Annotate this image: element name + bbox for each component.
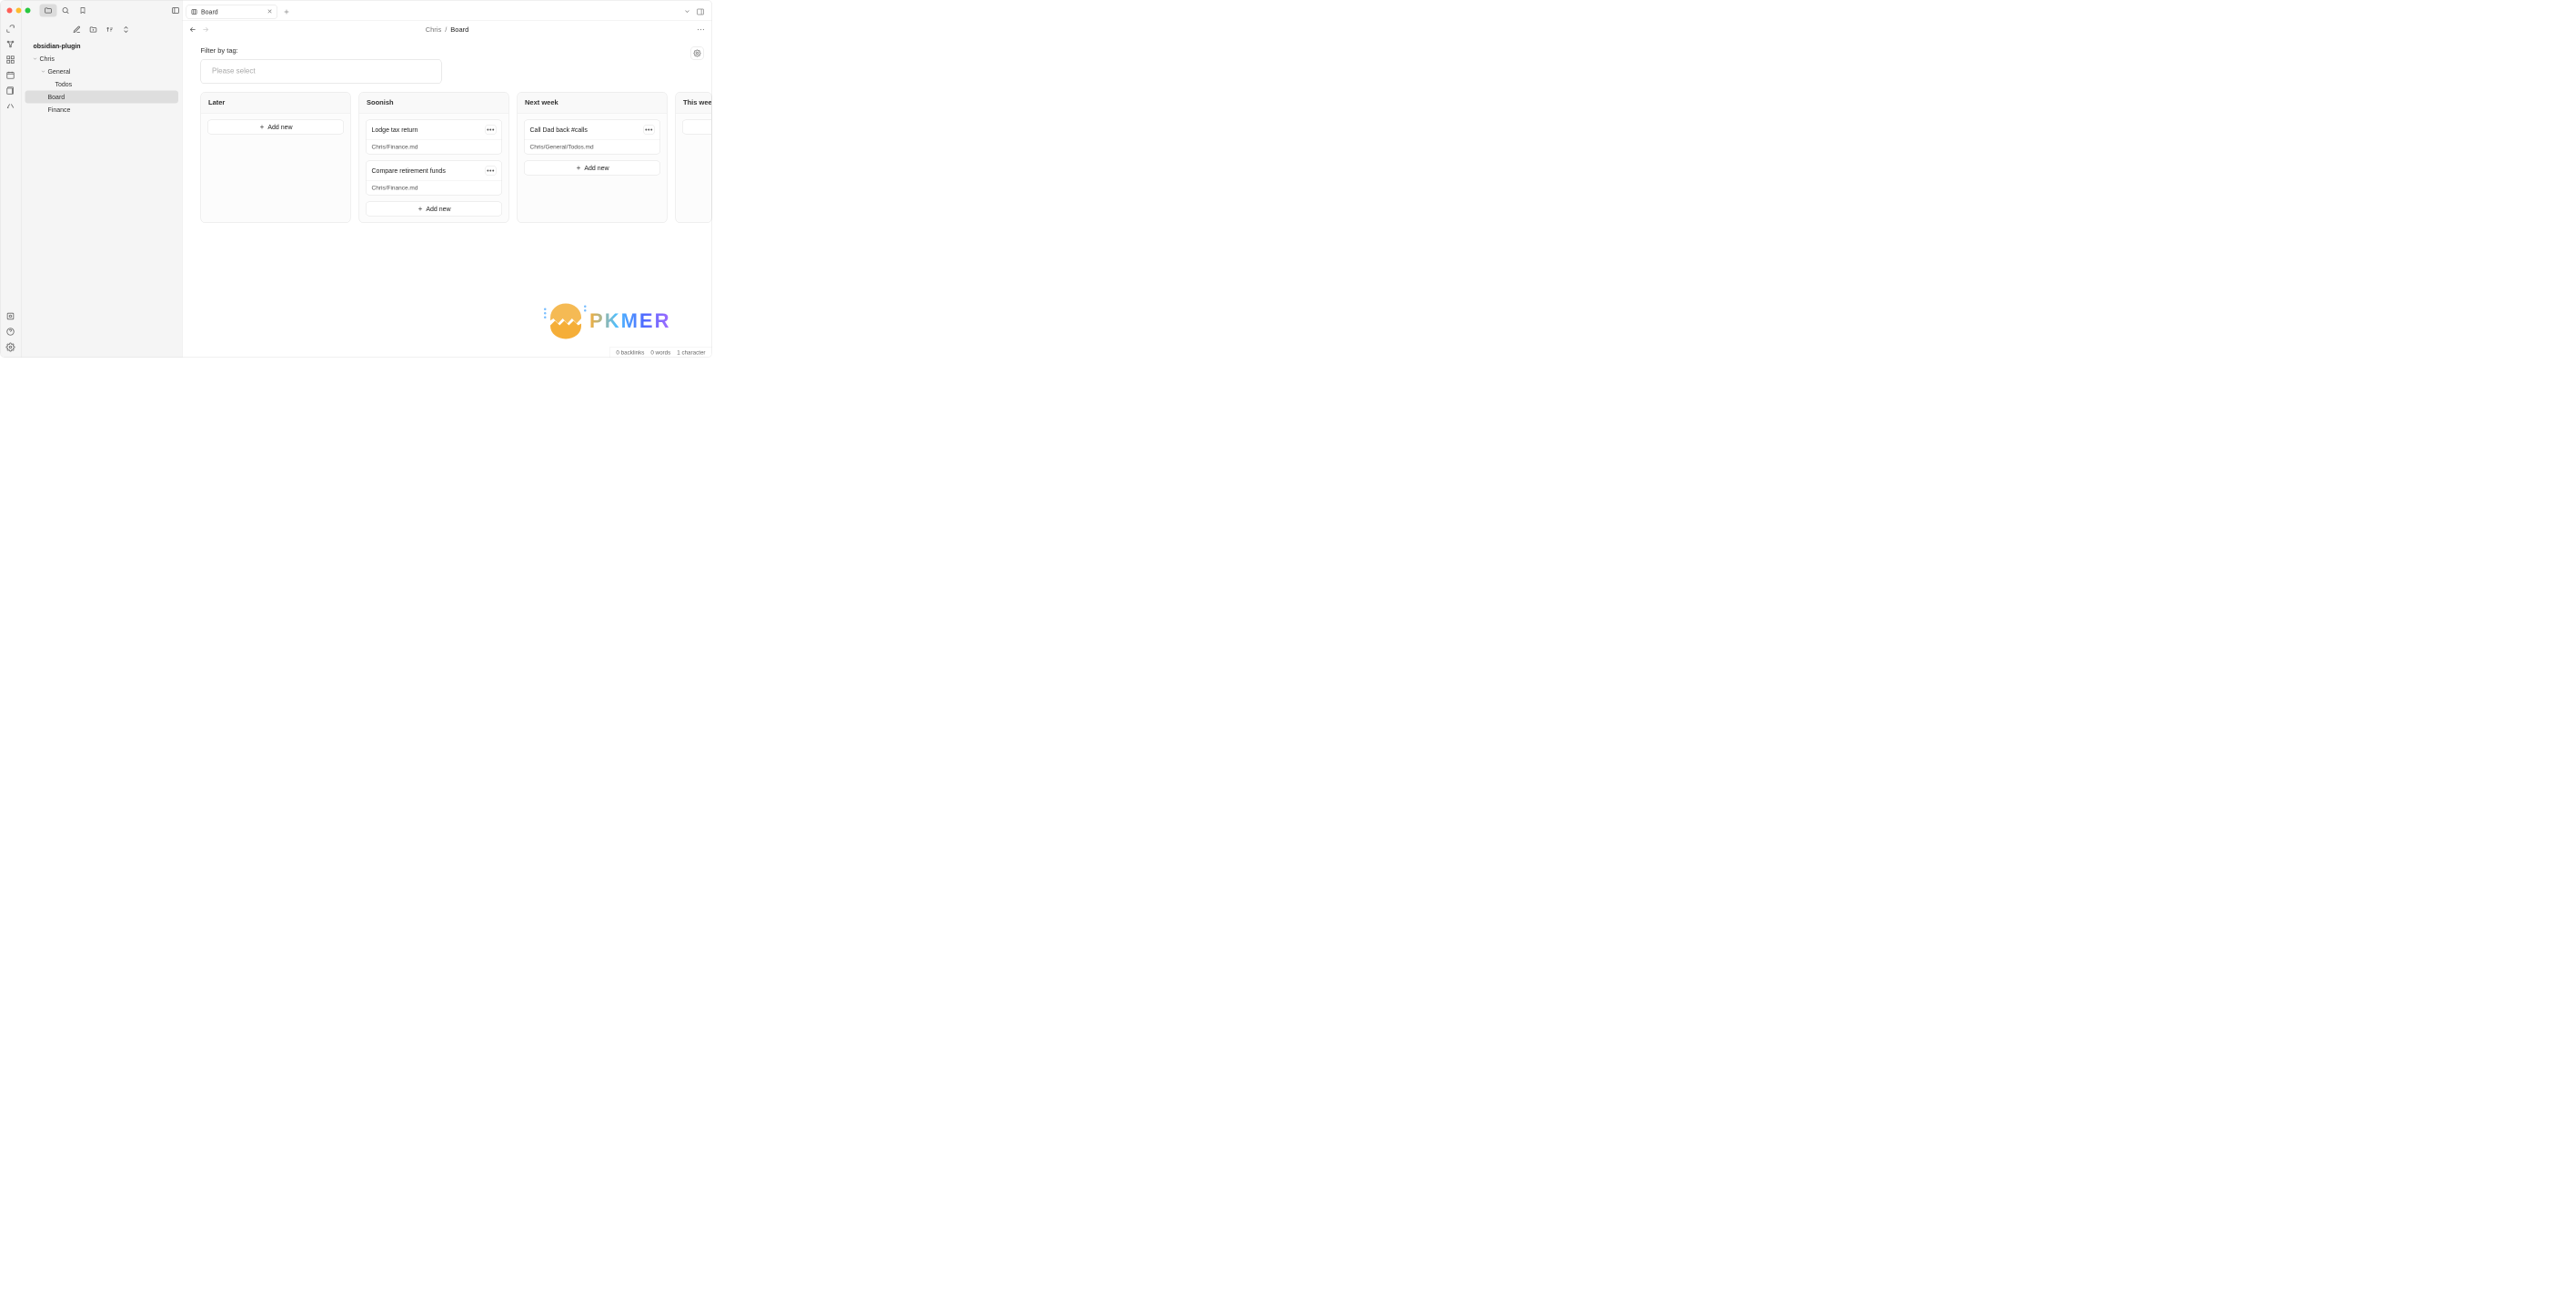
column-next-week: Next week Call Dad back #calls ••• Chris/… — [518, 92, 668, 223]
files-icon[interactable] — [40, 5, 57, 17]
breadcrumb-parent[interactable]: Chris — [426, 25, 442, 34]
breadcrumb: Chris / Board — [426, 25, 469, 34]
command-palette-icon[interactable] — [6, 102, 15, 111]
add-new-button[interactable]: Add new — [366, 202, 502, 217]
filter-select[interactable]: Please select — [201, 59, 442, 84]
tree-folder-general[interactable]: General — [25, 66, 178, 78]
nav-back-icon[interactable] — [189, 25, 197, 34]
breadcrumb-current[interactable]: Board — [450, 25, 468, 34]
main-pane: Board ✕ Chris / Board — [183, 1, 712, 358]
vault-name: obsidian-plugin — [21, 39, 182, 53]
card[interactable]: Lodge tax return ••• Chris/Finance.md — [366, 120, 502, 155]
card-menu-icon[interactable]: ••• — [644, 125, 655, 135]
explorer-toolbar — [21, 21, 182, 39]
filter-label: Filter by tag: — [183, 47, 712, 60]
column-this-week: This week — [676, 92, 712, 223]
column-header: Later — [201, 93, 350, 114]
card-path: Chris/Finance.md — [367, 180, 502, 195]
nav-forward-icon[interactable] — [202, 25, 210, 34]
chevron-down-icon — [31, 56, 38, 63]
add-new-button[interactable] — [682, 120, 712, 135]
pkmer-logo-icon — [550, 304, 582, 339]
toggle-left-sidebar-icon[interactable] — [167, 5, 185, 17]
watermark: PKMER — [550, 304, 670, 339]
column-header: Next week — [518, 93, 667, 114]
card[interactable]: Compare retirement funds ••• Chris/Financ… — [366, 161, 502, 196]
column-header: Soonish — [359, 93, 508, 114]
daily-note-icon[interactable] — [6, 71, 15, 80]
tree-file-finance[interactable]: Finance — [25, 104, 178, 116]
settings-icon[interactable] — [6, 343, 15, 352]
board-settings-icon[interactable] — [691, 47, 704, 60]
column-later: Later Add new — [201, 92, 351, 223]
status-words[interactable]: 0 words — [650, 349, 670, 356]
ribbon — [1, 1, 22, 358]
card-title: Lodge tax return — [372, 126, 418, 134]
watermark-text: PKMER — [589, 310, 670, 333]
tree-file-board[interactable]: Board — [25, 91, 178, 104]
vault-icon[interactable] — [6, 312, 15, 321]
add-new-button[interactable]: Add new — [207, 120, 344, 135]
maximize-window-button[interactable] — [25, 8, 31, 14]
collapse-icon[interactable] — [122, 25, 130, 34]
file-explorer: obsidian-plugin Chris General Todos Boar… — [21, 1, 182, 358]
board-content: Filter by tag: Please select Later Add n… — [183, 39, 712, 358]
bookmark-icon[interactable] — [75, 5, 92, 17]
more-options-icon[interactable] — [697, 25, 706, 35]
filter-placeholder: Please select — [212, 67, 256, 76]
templates-icon[interactable] — [6, 86, 15, 96]
help-icon[interactable] — [6, 328, 15, 337]
status-bar: 0 backlinks 0 words 1 character — [609, 348, 712, 358]
file-tree: Chris General Todos Board Finance — [21, 53, 182, 116]
chevron-down-icon — [39, 68, 46, 76]
breadcrumb-sep: / — [445, 25, 447, 34]
minimize-window-button[interactable] — [16, 8, 22, 14]
titlebar — [1, 1, 712, 21]
card-path: Chris/General/Todos.md — [525, 139, 660, 154]
tree-file-todos[interactable]: Todos — [25, 78, 178, 91]
sort-icon[interactable] — [106, 25, 114, 34]
card-menu-icon[interactable]: ••• — [486, 125, 497, 135]
nav-row: Chris / Board — [183, 21, 712, 39]
card[interactable]: Call Dad back #calls ••• Chris/General/To… — [524, 120, 660, 155]
search-icon[interactable] — [57, 5, 75, 17]
card-menu-icon[interactable]: ••• — [486, 166, 497, 176]
add-new-button[interactable]: Add new — [524, 161, 660, 176]
graph-icon[interactable] — [6, 40, 15, 49]
status-backlinks[interactable]: 0 backlinks — [616, 349, 644, 356]
card-title: Compare retirement funds — [372, 167, 446, 175]
window-controls — [7, 8, 31, 14]
canvas-icon[interactable] — [6, 56, 15, 65]
quick-switcher-icon[interactable] — [6, 25, 15, 34]
column-header: This week — [676, 93, 711, 114]
column-soonish: Soonish Lodge tax return ••• Chris/Financ… — [359, 92, 509, 223]
new-note-icon[interactable] — [73, 25, 81, 34]
card-title: Call Dad back #calls — [530, 126, 588, 134]
status-chars[interactable]: 1 character — [677, 349, 705, 356]
card-path: Chris/Finance.md — [367, 139, 502, 154]
tree-folder-chris[interactable]: Chris — [25, 53, 178, 66]
kanban-board: Later Add new Soonish Lodge tax return ••… — [183, 84, 712, 223]
new-folder-icon[interactable] — [89, 25, 97, 34]
close-window-button[interactable] — [7, 8, 13, 14]
